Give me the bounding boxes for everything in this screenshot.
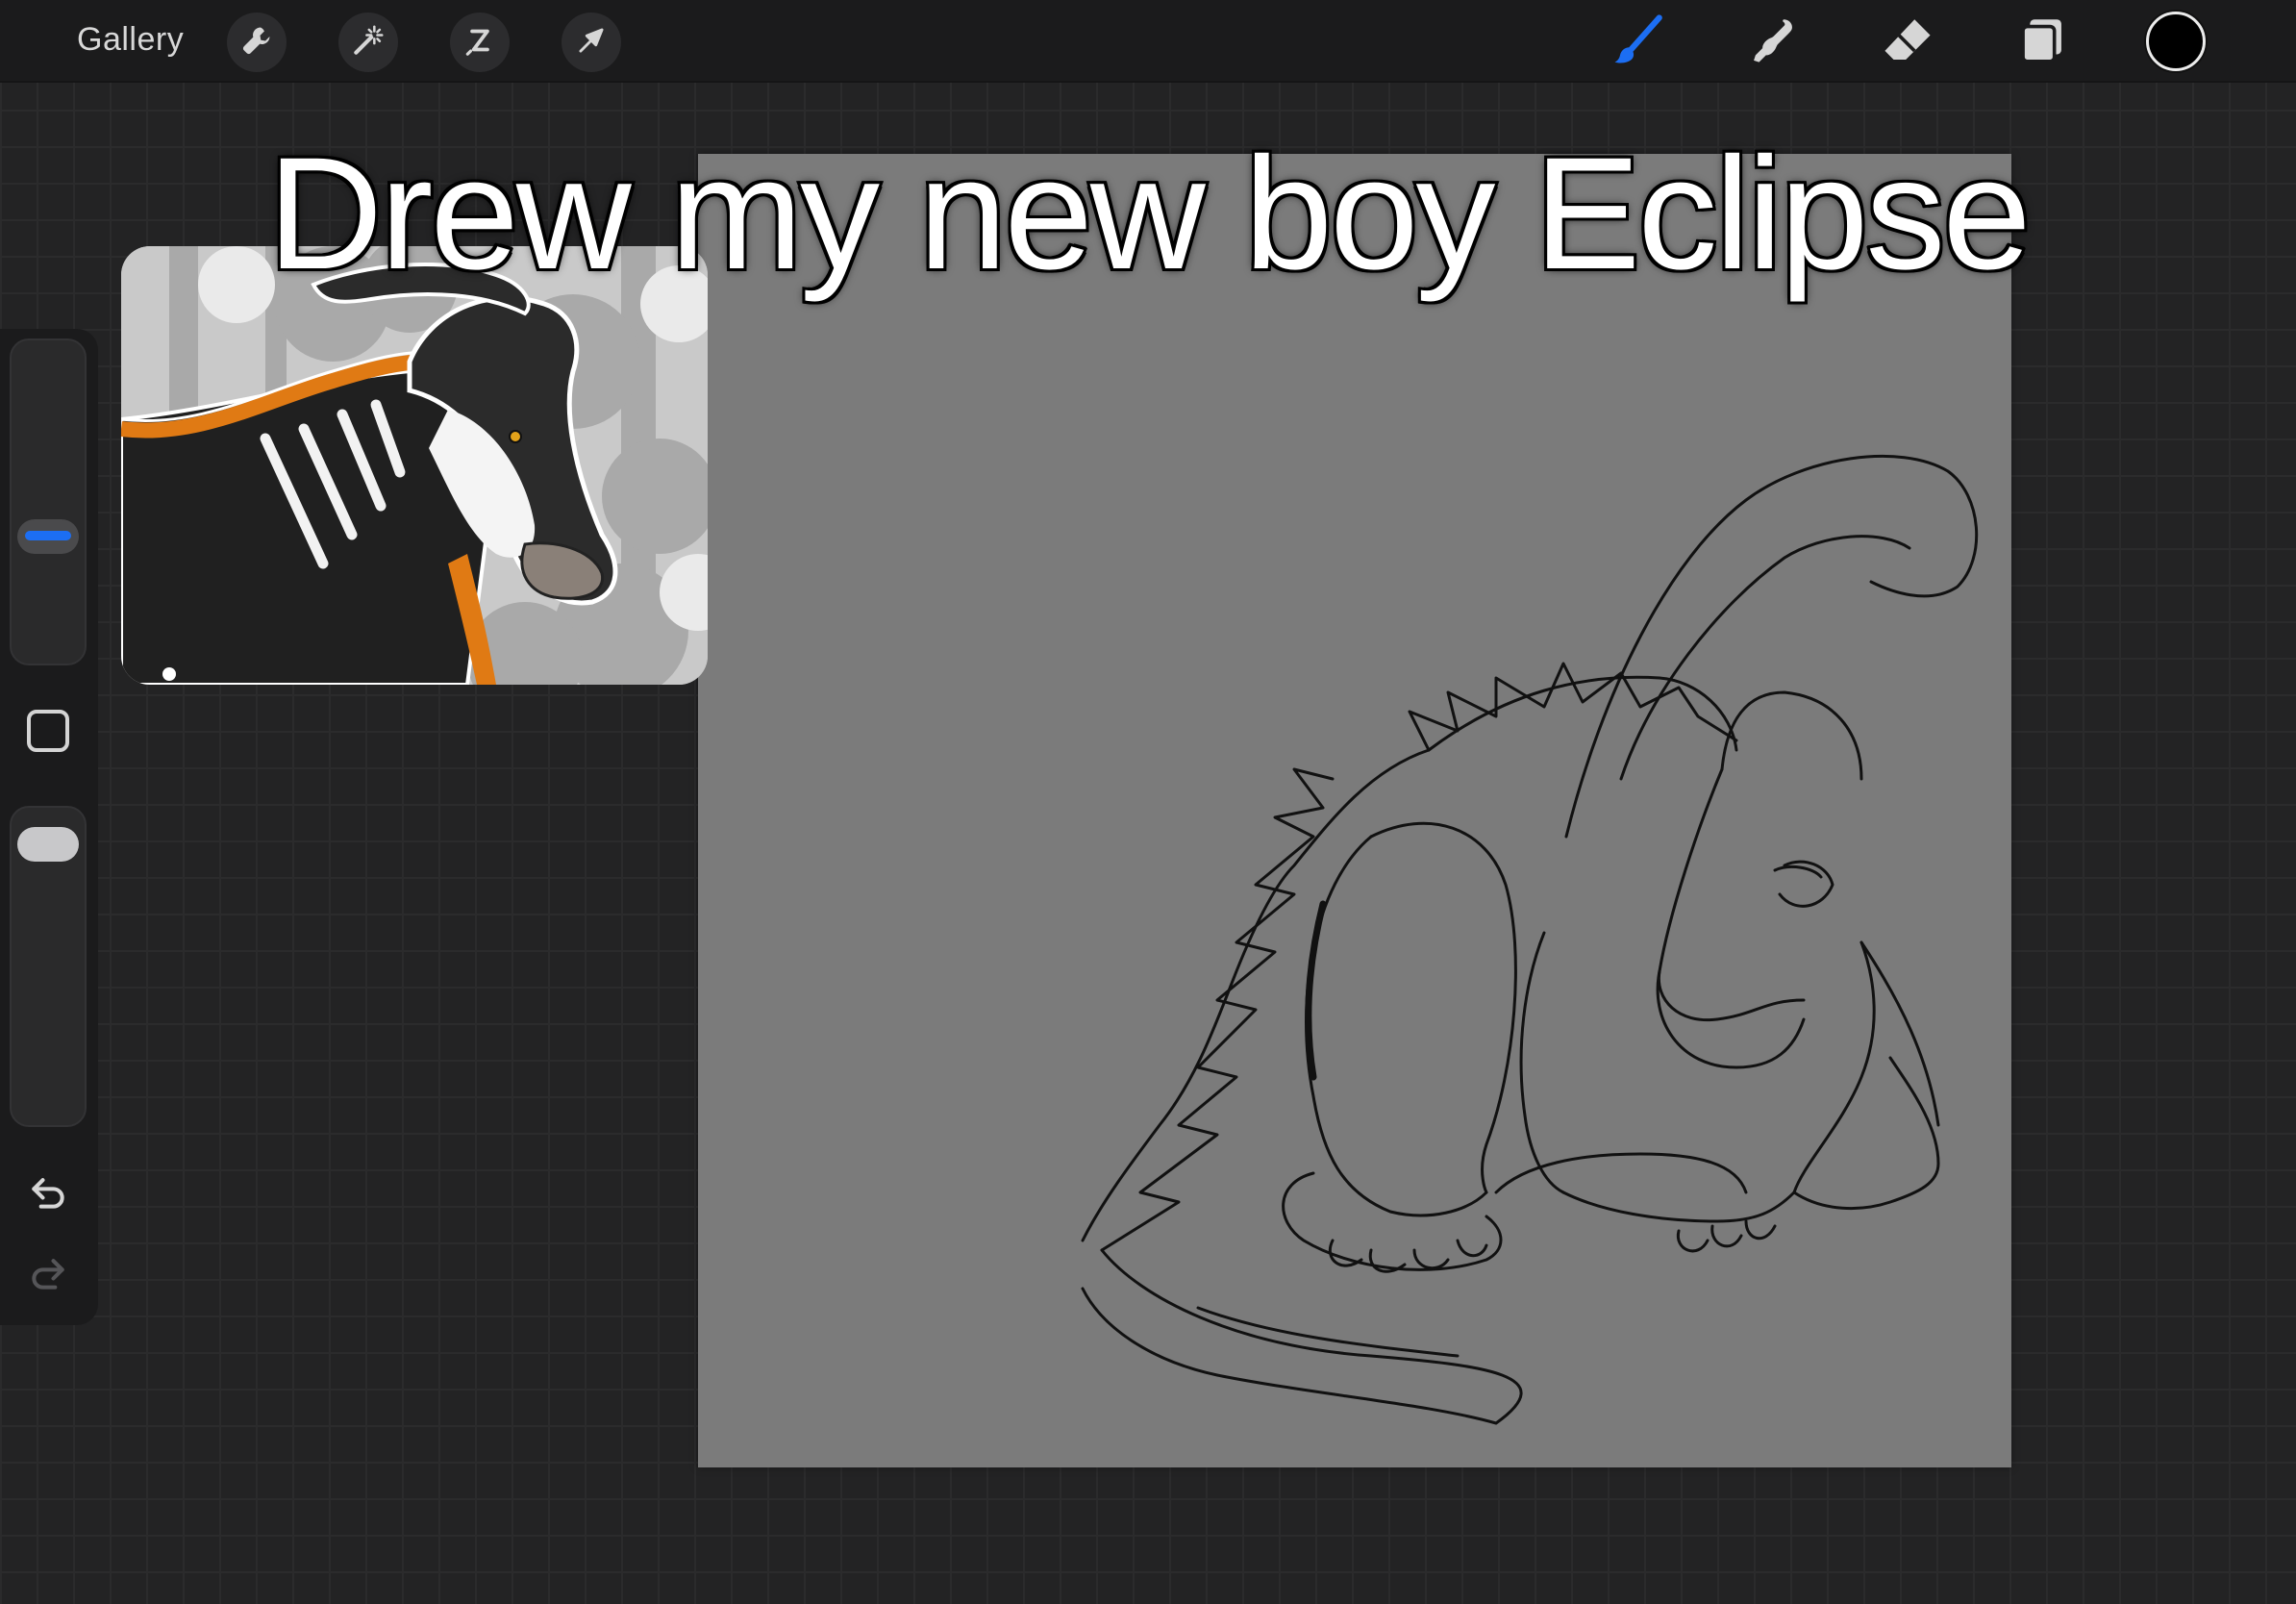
brush-size-slider[interactable] <box>10 338 87 665</box>
smudge-icon <box>1745 13 1801 73</box>
brush-tool-button[interactable] <box>1608 12 1669 73</box>
sketch-artwork <box>1081 454 1979 1425</box>
brush-icon <box>1610 13 1666 73</box>
modify-button[interactable] <box>27 710 69 752</box>
gallery-button[interactable]: Gallery <box>77 21 184 59</box>
eraser-tool-button[interactable] <box>1877 12 1938 73</box>
transform-button[interactable] <box>562 13 621 72</box>
sidebar <box>0 329 98 1325</box>
layers-button[interactable] <box>2011 12 2073 73</box>
procreate-app: Gallery Drew my new boy Eclipse <box>0 0 2296 1604</box>
reference-artwork <box>121 246 708 685</box>
color-picker-button[interactable] <box>2146 12 2206 71</box>
redo-icon <box>27 1252 69 1299</box>
transform-arrow-icon <box>573 22 610 63</box>
actions-button[interactable] <box>227 13 287 72</box>
top-toolbar: Gallery <box>0 0 2296 83</box>
adjustments-button[interactable] <box>338 13 398 72</box>
magic-wand-icon <box>350 22 387 63</box>
brush-size-knob[interactable] <box>17 519 79 554</box>
selection-button[interactable] <box>450 13 510 72</box>
wrench-icon <box>238 22 275 63</box>
layers-icon <box>2014 13 2070 73</box>
reference-image-panel[interactable] <box>121 246 708 685</box>
redo-button[interactable] <box>23 1250 73 1300</box>
smudge-tool-button[interactable] <box>1742 12 1804 73</box>
size-indicator <box>25 531 71 540</box>
undo-icon <box>27 1171 69 1218</box>
eraser-icon <box>1880 13 1935 73</box>
opacity-knob[interactable] <box>17 827 79 862</box>
undo-button[interactable] <box>23 1169 73 1219</box>
drawing-canvas[interactable] <box>698 154 2011 1467</box>
caption-overlay: Drew my new boy Eclipse <box>264 122 2034 306</box>
opacity-slider[interactable] <box>10 806 87 1127</box>
selection-icon <box>462 22 498 63</box>
